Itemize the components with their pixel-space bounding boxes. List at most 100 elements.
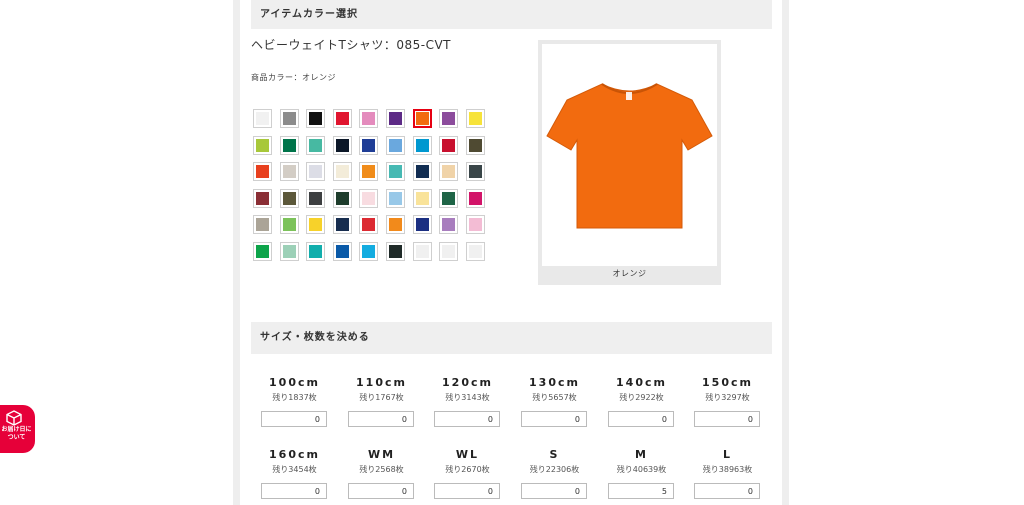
size-name: WM xyxy=(367,448,396,461)
color-swatch[interactable] xyxy=(306,242,326,261)
color-swatch[interactable] xyxy=(253,162,272,182)
quantity-input[interactable] xyxy=(348,411,414,427)
color-swatch-fill xyxy=(335,218,349,232)
color-swatch-fill xyxy=(256,165,269,179)
color-swatch[interactable] xyxy=(253,215,272,235)
quantity-input[interactable] xyxy=(521,411,587,427)
color-swatch[interactable] xyxy=(306,135,326,155)
color-swatch[interactable] xyxy=(332,188,352,208)
color-swatch[interactable] xyxy=(412,135,432,155)
color-swatch[interactable] xyxy=(279,109,299,128)
color-swatch[interactable] xyxy=(439,242,459,261)
color-swatch-fill xyxy=(468,112,482,125)
color-swatch[interactable] xyxy=(465,162,485,182)
color-swatch[interactable] xyxy=(439,188,459,208)
color-swatch[interactable] xyxy=(359,188,379,208)
color-swatch[interactable] xyxy=(412,188,432,208)
delivery-badge-line2: ついて xyxy=(7,434,26,441)
quantity-input[interactable] xyxy=(348,483,414,499)
color-swatch-fill xyxy=(256,112,269,125)
color-swatch-fill xyxy=(256,191,269,205)
color-swatch[interactable] xyxy=(386,109,405,128)
color-swatch[interactable] xyxy=(332,162,352,182)
color-swatch[interactable] xyxy=(306,109,326,128)
color-swatch-fill xyxy=(309,138,323,152)
size-cell: 150cm 残り3297枚 xyxy=(694,376,761,427)
color-swatch[interactable] xyxy=(386,135,405,155)
color-swatch-fill xyxy=(468,191,482,205)
color-swatch-fill xyxy=(362,191,376,205)
color-swatch[interactable] xyxy=(253,135,272,155)
color-swatch[interactable] xyxy=(332,242,352,261)
color-swatch[interactable] xyxy=(412,242,432,261)
color-swatch[interactable] xyxy=(359,242,379,261)
color-swatch-fill xyxy=(415,191,429,205)
color-swatch[interactable] xyxy=(465,188,485,208)
quantity-input[interactable] xyxy=(261,483,327,499)
color-swatch[interactable] xyxy=(412,162,432,182)
size-stock: 残り3297枚 xyxy=(705,393,750,402)
color-swatch-fill xyxy=(389,138,402,152)
size-stock: 残り1767枚 xyxy=(359,393,404,402)
color-swatch[interactable] xyxy=(306,162,326,182)
size-name: 110cm xyxy=(356,376,407,389)
color-swatch[interactable] xyxy=(279,188,299,208)
color-swatch[interactable] xyxy=(279,162,299,182)
color-swatch[interactable] xyxy=(253,109,272,128)
color-swatch[interactable] xyxy=(279,215,299,235)
color-swatch[interactable] xyxy=(412,109,432,128)
color-swatch-fill xyxy=(282,112,296,125)
color-swatch[interactable] xyxy=(253,188,272,208)
quantity-input[interactable] xyxy=(521,483,587,499)
color-swatch-fill xyxy=(389,191,402,205)
size-name: WL xyxy=(455,448,480,461)
delivery-info-badge[interactable]: お届け日に ついて xyxy=(0,405,35,453)
color-swatch[interactable] xyxy=(465,215,485,235)
quantity-input[interactable] xyxy=(694,483,760,499)
color-swatch-fill xyxy=(442,112,456,125)
color-swatch[interactable] xyxy=(279,242,299,261)
color-swatch[interactable] xyxy=(359,135,379,155)
quantity-input[interactable] xyxy=(434,411,500,427)
size-stock: 残り5657枚 xyxy=(532,393,577,402)
color-swatch[interactable] xyxy=(465,242,485,261)
color-swatch[interactable] xyxy=(465,135,485,155)
color-swatch[interactable] xyxy=(439,109,459,128)
product-preview: オレンジ xyxy=(538,40,721,285)
color-swatch[interactable] xyxy=(386,162,405,182)
color-swatch[interactable] xyxy=(359,162,379,182)
size-cell: 140cm 残り2922枚 xyxy=(608,376,675,427)
quantity-input[interactable] xyxy=(261,411,327,427)
color-swatch-fill xyxy=(282,245,296,258)
color-swatch[interactable] xyxy=(279,135,299,155)
color-swatch[interactable] xyxy=(253,242,272,261)
size-stock: 残り3454枚 xyxy=(272,465,317,474)
quantity-input[interactable] xyxy=(694,411,760,427)
quantity-input[interactable] xyxy=(434,483,500,499)
color-swatch[interactable] xyxy=(386,188,405,208)
size-stock: 残り22306枚 xyxy=(529,465,580,474)
color-swatch[interactable] xyxy=(386,215,405,235)
color-swatch[interactable] xyxy=(412,215,432,235)
color-swatch[interactable] xyxy=(439,135,459,155)
quantity-input[interactable] xyxy=(608,411,674,427)
color-swatch[interactable] xyxy=(306,188,326,208)
color-swatch[interactable] xyxy=(465,109,485,128)
color-swatch-fill xyxy=(468,165,482,179)
color-swatch[interactable] xyxy=(359,215,379,235)
color-swatch-fill xyxy=(415,165,429,179)
size-name: M xyxy=(635,448,648,461)
color-swatch[interactable] xyxy=(439,162,459,182)
color-swatch[interactable] xyxy=(306,215,326,235)
color-swatch[interactable] xyxy=(359,109,379,128)
color-swatch[interactable] xyxy=(332,109,352,128)
color-swatch[interactable] xyxy=(332,135,352,155)
color-swatch[interactable] xyxy=(332,215,352,235)
color-swatch[interactable] xyxy=(386,242,405,261)
quantity-input[interactable] xyxy=(608,483,674,499)
size-cell: 100cm 残り1837枚 xyxy=(261,376,328,427)
color-swatch[interactable] xyxy=(439,215,459,235)
size-stock: 残り3143枚 xyxy=(445,393,490,402)
color-swatch-fill xyxy=(335,245,349,258)
selected-color-name: オレンジ xyxy=(612,269,647,278)
